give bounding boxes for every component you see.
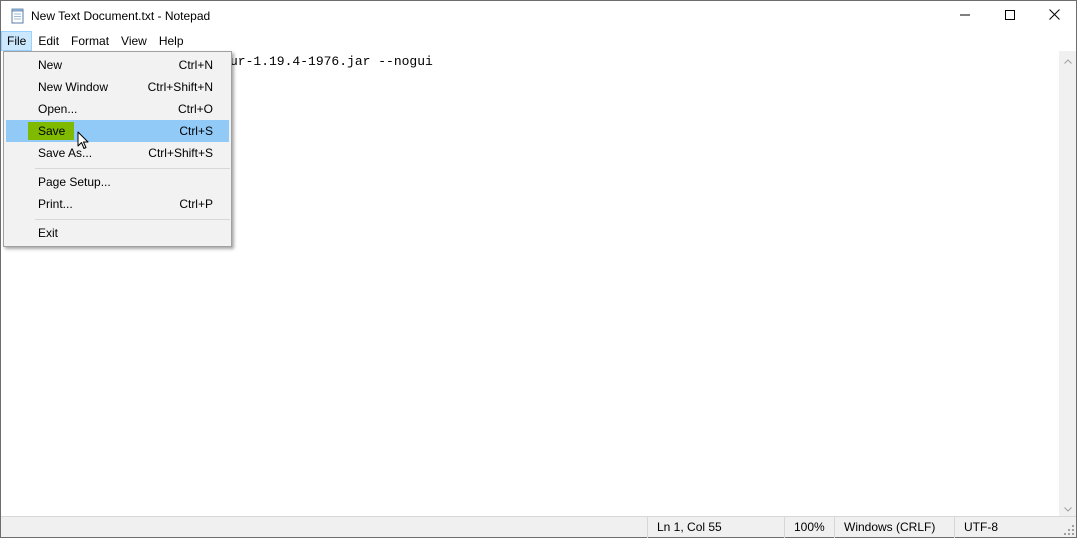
- menu-bar: File Edit Format View Help: [1, 31, 1076, 51]
- close-icon: [1048, 9, 1060, 23]
- menu-item-label: Exit: [38, 226, 59, 240]
- menu-edit[interactable]: Edit: [32, 31, 65, 51]
- status-bar: Ln 1, Col 55 100% Windows (CRLF) UTF-8: [1, 516, 1076, 538]
- menu-item-label: Print...: [38, 197, 73, 211]
- menu-item-label: New Window: [38, 80, 109, 94]
- chevron-down-icon: [1063, 501, 1072, 515]
- window-title: New Text Document.txt - Notepad: [31, 9, 211, 23]
- menu-item-new-window[interactable]: New Window Ctrl+Shift+N: [6, 76, 229, 98]
- minimize-button[interactable]: [942, 1, 988, 31]
- file-menu-dropdown: New Ctrl+N New Window Ctrl+Shift+N Open.…: [3, 51, 232, 247]
- menu-item-label: Open...: [38, 102, 78, 116]
- menu-item-label: New: [38, 58, 63, 72]
- menu-item-label: Page Setup...: [38, 175, 111, 189]
- notepad-icon: [11, 8, 25, 24]
- editor-text: ur-1.19.4-1976.jar --nogui: [230, 54, 433, 69]
- minimize-icon: [960, 9, 970, 23]
- resize-grip-icon[interactable]: [1063, 524, 1075, 536]
- menu-item-exit[interactable]: Exit: [6, 222, 229, 244]
- menu-item-shortcut: Ctrl+O: [177, 102, 213, 116]
- menu-item-save[interactable]: Save Ctrl+S: [6, 120, 229, 142]
- title-bar[interactable]: New Text Document.txt - Notepad: [1, 1, 1076, 31]
- menu-item-shortcut: Ctrl+N: [178, 58, 213, 72]
- menu-item-shortcut: Ctrl+S: [179, 124, 213, 138]
- menu-item-save-as[interactable]: Save As... Ctrl+Shift+S: [6, 142, 229, 164]
- menu-file[interactable]: File: [1, 31, 33, 51]
- maximize-button[interactable]: [987, 1, 1033, 31]
- menu-item-shortcut: Ctrl+P: [179, 197, 213, 211]
- status-encoding: UTF-8: [954, 517, 1061, 538]
- menu-separator: [35, 168, 230, 169]
- menu-item-open[interactable]: Open... Ctrl+O: [6, 98, 229, 120]
- maximize-icon: [1005, 9, 1015, 23]
- vertical-scrollbar[interactable]: [1059, 51, 1076, 516]
- menu-help[interactable]: Help: [153, 31, 190, 51]
- menu-item-label: Save: [38, 124, 66, 138]
- scroll-down-button[interactable]: [1059, 499, 1076, 516]
- close-button[interactable]: [1031, 1, 1077, 31]
- menu-item-page-setup[interactable]: Page Setup...: [6, 171, 229, 193]
- status-position: Ln 1, Col 55: [647, 517, 784, 538]
- scroll-up-button[interactable]: [1059, 51, 1076, 68]
- menu-item-new[interactable]: New Ctrl+N: [6, 54, 229, 76]
- menu-separator: [35, 219, 230, 220]
- menu-item-shortcut: Ctrl+Shift+S: [148, 146, 213, 160]
- mouse-pointer-icon: [77, 131, 89, 150]
- menu-view[interactable]: View: [115, 31, 153, 51]
- menu-item-print[interactable]: Print... Ctrl+P: [6, 193, 229, 215]
- menu-item-shortcut: Ctrl+Shift+N: [147, 80, 213, 94]
- status-zoom: 100%: [784, 517, 834, 538]
- menu-format[interactable]: Format: [65, 31, 115, 51]
- status-line-ending: Windows (CRLF): [834, 517, 954, 538]
- chevron-up-icon: [1063, 53, 1072, 67]
- notepad-window: New Text Document.txt - Notepad File Edi…: [0, 0, 1077, 538]
